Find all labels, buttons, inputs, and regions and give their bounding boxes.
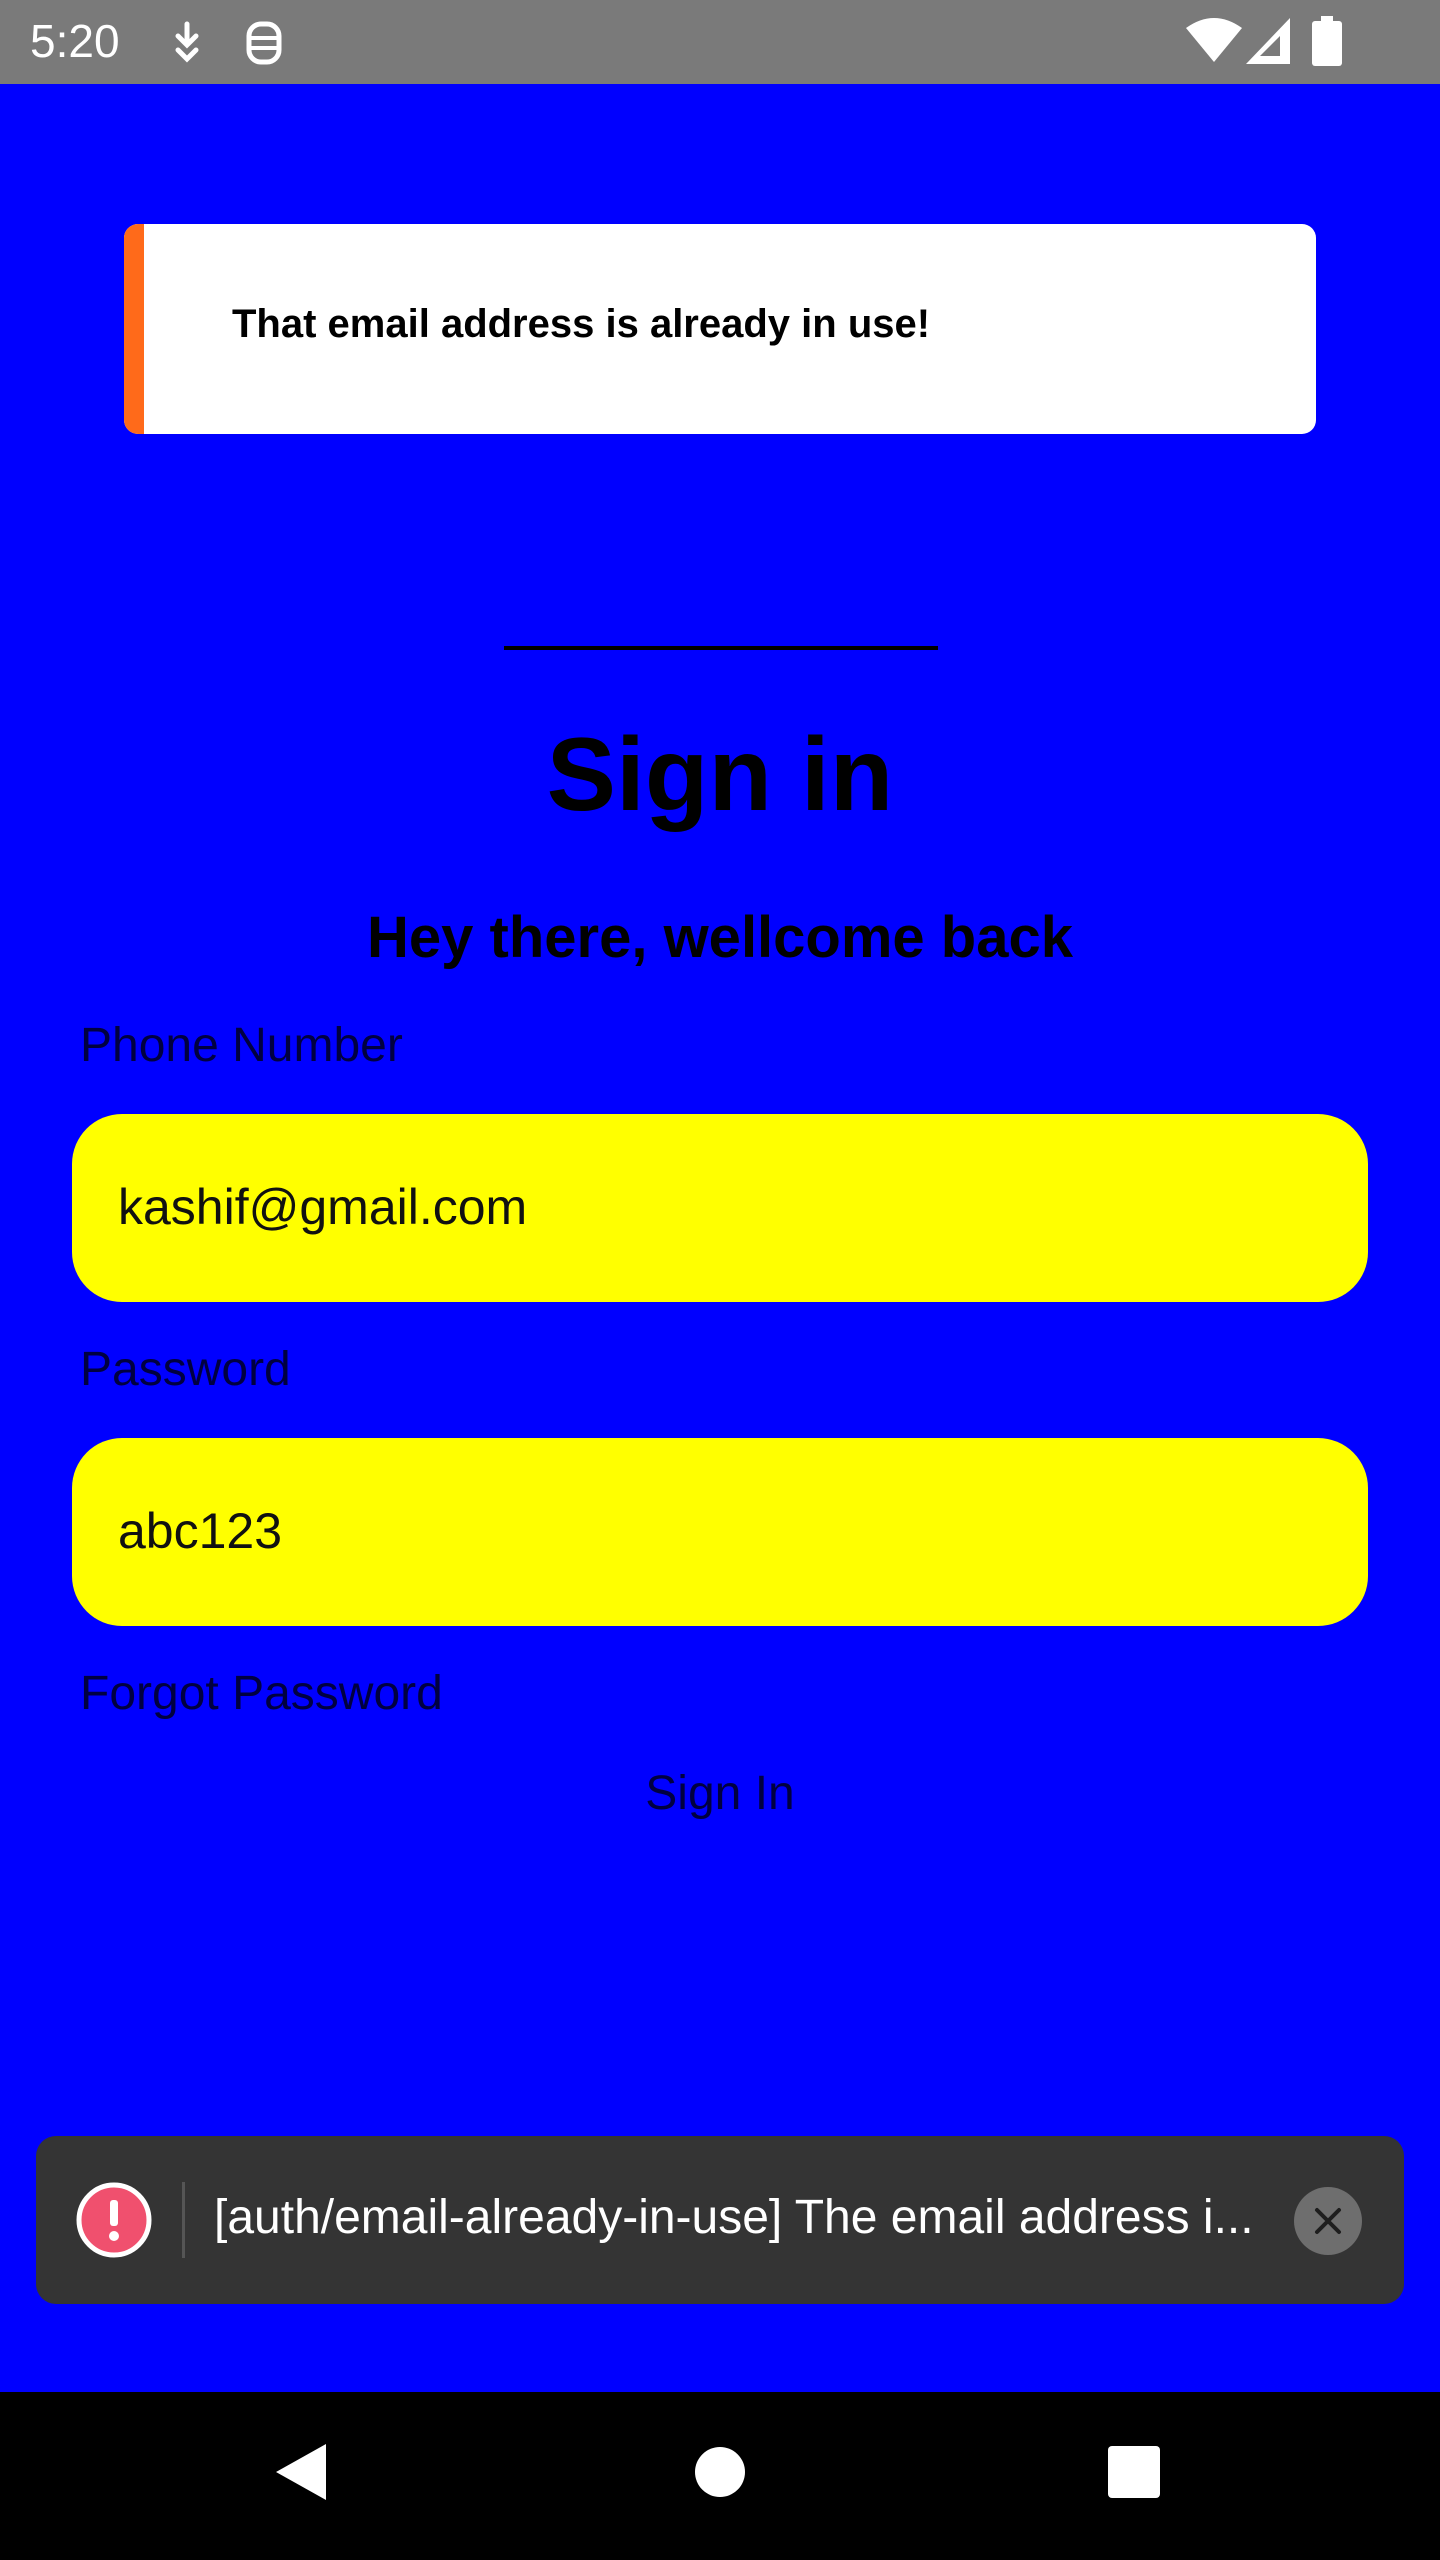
- status-time: 5:20: [30, 15, 120, 67]
- download-icon: [170, 20, 204, 69]
- debug-icon: [244, 18, 284, 71]
- page-title: Sign in: [546, 717, 894, 833]
- password-label: Password: [80, 1343, 291, 1396]
- sign-in-button[interactable]: Sign In: [560, 1766, 880, 1821]
- back-icon[interactable]: [272, 2442, 328, 2507]
- error-toast: That email address is already in use!: [124, 224, 1316, 434]
- wifi-icon: [1186, 16, 1242, 69]
- error-icon: [76, 2182, 152, 2258]
- sign-in-screen: That email address is already in use! Si…: [0, 84, 1440, 2392]
- forgot-password-link[interactable]: Forgot Password: [80, 1666, 443, 1721]
- close-icon[interactable]: [1293, 2186, 1363, 2256]
- page-subtitle: Hey there, wellcome back: [367, 905, 1073, 970]
- password-value: abc123: [118, 1503, 283, 1559]
- signal-icon: [1246, 18, 1290, 69]
- toast-message: That email address is already in use!: [232, 302, 931, 346]
- header-divider: [504, 646, 938, 650]
- phone-number-label: Phone Number: [80, 1019, 403, 1072]
- snackbar-message: [auth/email-already-in-use] The email ad…: [214, 2191, 1254, 2244]
- recents-icon[interactable]: [1108, 2446, 1160, 2503]
- phone-number-value: kashif@gmail.com: [118, 1179, 528, 1235]
- snackbar-separator: [182, 2182, 185, 2258]
- phone-number-input[interactable]: kashif@gmail.com: [72, 1114, 1368, 1302]
- password-input[interactable]: abc123: [72, 1438, 1368, 1626]
- navigation-bar: [0, 2392, 1440, 2560]
- toast-accent-bar: [124, 224, 144, 434]
- error-snackbar: [auth/email-already-in-use] The email ad…: [36, 2136, 1404, 2304]
- battery-icon: [1312, 16, 1342, 71]
- status-bar: 5:20: [0, 0, 1440, 84]
- home-icon[interactable]: [694, 2446, 746, 2503]
